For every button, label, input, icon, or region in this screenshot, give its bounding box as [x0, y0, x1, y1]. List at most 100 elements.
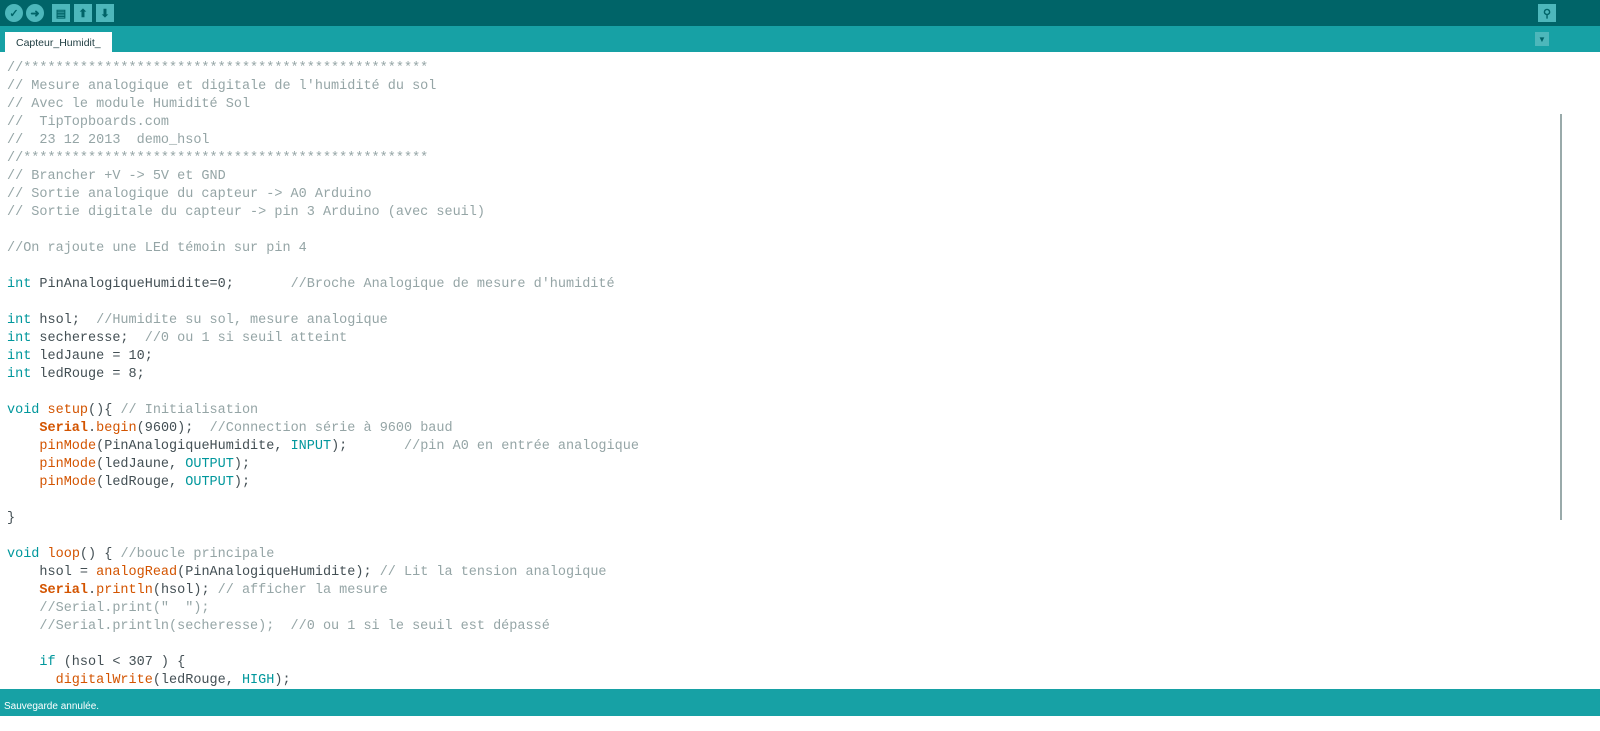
code-token: //0 ou 1 si seuil atteint	[144, 331, 348, 346]
code-token: Serial	[39, 421, 89, 436]
code-line: int hsol; //Humidite su sol, mesure anal…	[7, 312, 639, 330]
code-line: // Brancher +V -> 5V et GND	[7, 168, 639, 186]
magnifier-icon: ⚲	[1542, 7, 1552, 20]
code-line: digitalWrite(ledRouge, HIGH);	[7, 672, 639, 689]
code-token: int	[7, 349, 32, 364]
code-line: }	[7, 510, 639, 528]
code-line: pinMode(ledJaune, OUTPUT);	[7, 456, 639, 474]
code-token: //pin A0 en entrée analogique	[404, 439, 639, 454]
code-line: pinMode(PinAnalogiqueHumidite, INPUT); /…	[7, 438, 639, 456]
code-token: HIGH	[241, 673, 275, 688]
code-token: int	[7, 331, 32, 346]
check-icon: ✓	[9, 7, 19, 20]
code-token: OUTPUT	[185, 457, 234, 472]
code-token: .	[88, 583, 97, 598]
code-token: // TipTopboards.com	[7, 115, 170, 130]
tab-menu-button[interactable]: ▼	[1535, 32, 1549, 46]
tab-bar: Capteur_Humidit_ ▼	[0, 26, 1600, 52]
code-token: (ledRouge,	[152, 673, 242, 688]
code-token: );	[233, 457, 251, 472]
code-token: //Broche Analogique de mesure d'humidité	[290, 277, 615, 292]
code-token: //Connection série à 9600 baud	[209, 421, 453, 436]
code-line: if (hsol < 307 ) {	[7, 654, 639, 672]
code-line: void loop() { //boucle principale	[7, 546, 639, 564]
code-token: // Initialisation	[120, 403, 259, 418]
code-token: // Sortie analogique du capteur -> A0 Ar…	[7, 187, 372, 202]
code-editor[interactable]: //**************************************…	[0, 52, 1600, 689]
code-token: void	[7, 403, 40, 418]
code-line: int secheresse; //0 ou 1 si seuil attein…	[7, 330, 639, 348]
code-token: (hsol);	[152, 583, 218, 598]
save-button[interactable]: ⬇	[96, 4, 114, 22]
upload-button[interactable]: ➜	[26, 4, 44, 22]
code-line: Serial.println(hsol); // afficher la mes…	[7, 582, 639, 600]
code-token: // afficher la mesure	[217, 583, 388, 598]
code-token: // Sortie digitale du capteur -> pin 3 A…	[7, 205, 485, 220]
code-token: //**************************************…	[7, 61, 429, 76]
code-token: println	[96, 583, 153, 598]
serial-monitor-button[interactable]: ⚲	[1538, 4, 1556, 22]
code-token: INPUT	[290, 439, 332, 454]
code-token: );	[233, 475, 251, 490]
code-line: //Serial.println(secheresse); //0 ou 1 s…	[7, 618, 639, 636]
code-token: OUTPUT	[185, 475, 234, 490]
code-token: if	[39, 655, 56, 670]
code-text[interactable]: //**************************************…	[7, 60, 639, 689]
arrow-up-icon: ⬆	[78, 7, 88, 20]
code-token: void	[7, 547, 40, 562]
code-token: hsol;	[31, 313, 97, 328]
file-icon: ▤	[55, 7, 67, 20]
code-line: int ledRouge = 8;	[7, 366, 639, 384]
verify-button[interactable]: ✓	[5, 4, 23, 22]
code-token: (PinAnalogiqueHumidite);	[177, 565, 380, 580]
code-line: //Serial.print(" ");	[7, 600, 639, 618]
code-line: int PinAnalogiqueHumidite=0; //Broche An…	[7, 276, 639, 294]
code-line: void setup(){ // Initialisation	[7, 402, 639, 420]
code-token: //boucle principale	[120, 547, 275, 562]
code-token: //Serial.println(secheresse); //0 ou 1 s…	[39, 619, 550, 634]
code-token: (PinAnalogiqueHumidite,	[96, 439, 291, 454]
status-message: Sauvegarde annulée.	[4, 701, 100, 712]
code-line: // Avec le module Humidité Sol	[7, 96, 639, 114]
open-button[interactable]: ⬆	[74, 4, 92, 22]
code-token: );	[331, 439, 404, 454]
code-token: //On rajoute une LEd témoin sur pin 4	[7, 241, 307, 256]
code-token: pinMode	[39, 457, 97, 472]
code-token: () {	[79, 547, 121, 562]
code-line: // Sortie digitale du capteur -> pin 3 A…	[7, 204, 639, 222]
tab-capteur-humidit[interactable]: Capteur_Humidit_	[5, 32, 112, 52]
code-token: //**************************************…	[7, 151, 429, 166]
code-token: (ledJaune,	[96, 457, 186, 472]
code-token: );	[274, 673, 291, 688]
code-token: digitalWrite	[55, 673, 153, 688]
code-token: PinAnalogiqueHumidite=0;	[31, 277, 291, 292]
code-line: // Sortie analogique du capteur -> A0 Ar…	[7, 186, 639, 204]
code-line: // 23 12 2013 demo_hsol	[7, 132, 639, 150]
code-line: //**************************************…	[7, 150, 639, 168]
code-token: Serial	[39, 583, 89, 598]
code-token: (9600);	[136, 421, 210, 436]
toolbar: ✓ ➜ ▤ ⬆ ⬇ ⚲	[0, 0, 1600, 26]
code-token: }	[7, 511, 16, 526]
chevron-down-icon: ▼	[1538, 34, 1546, 44]
code-token: hsol =	[7, 565, 97, 580]
code-token: (hsol < 307 ) {	[55, 655, 186, 670]
code-token: int	[7, 277, 32, 292]
vertical-scrollbar[interactable]	[1560, 114, 1562, 520]
code-token: // Avec le module Humidité Sol	[7, 97, 251, 112]
new-button[interactable]: ▤	[52, 4, 70, 22]
code-token: // Lit la tension analogique	[379, 565, 607, 580]
